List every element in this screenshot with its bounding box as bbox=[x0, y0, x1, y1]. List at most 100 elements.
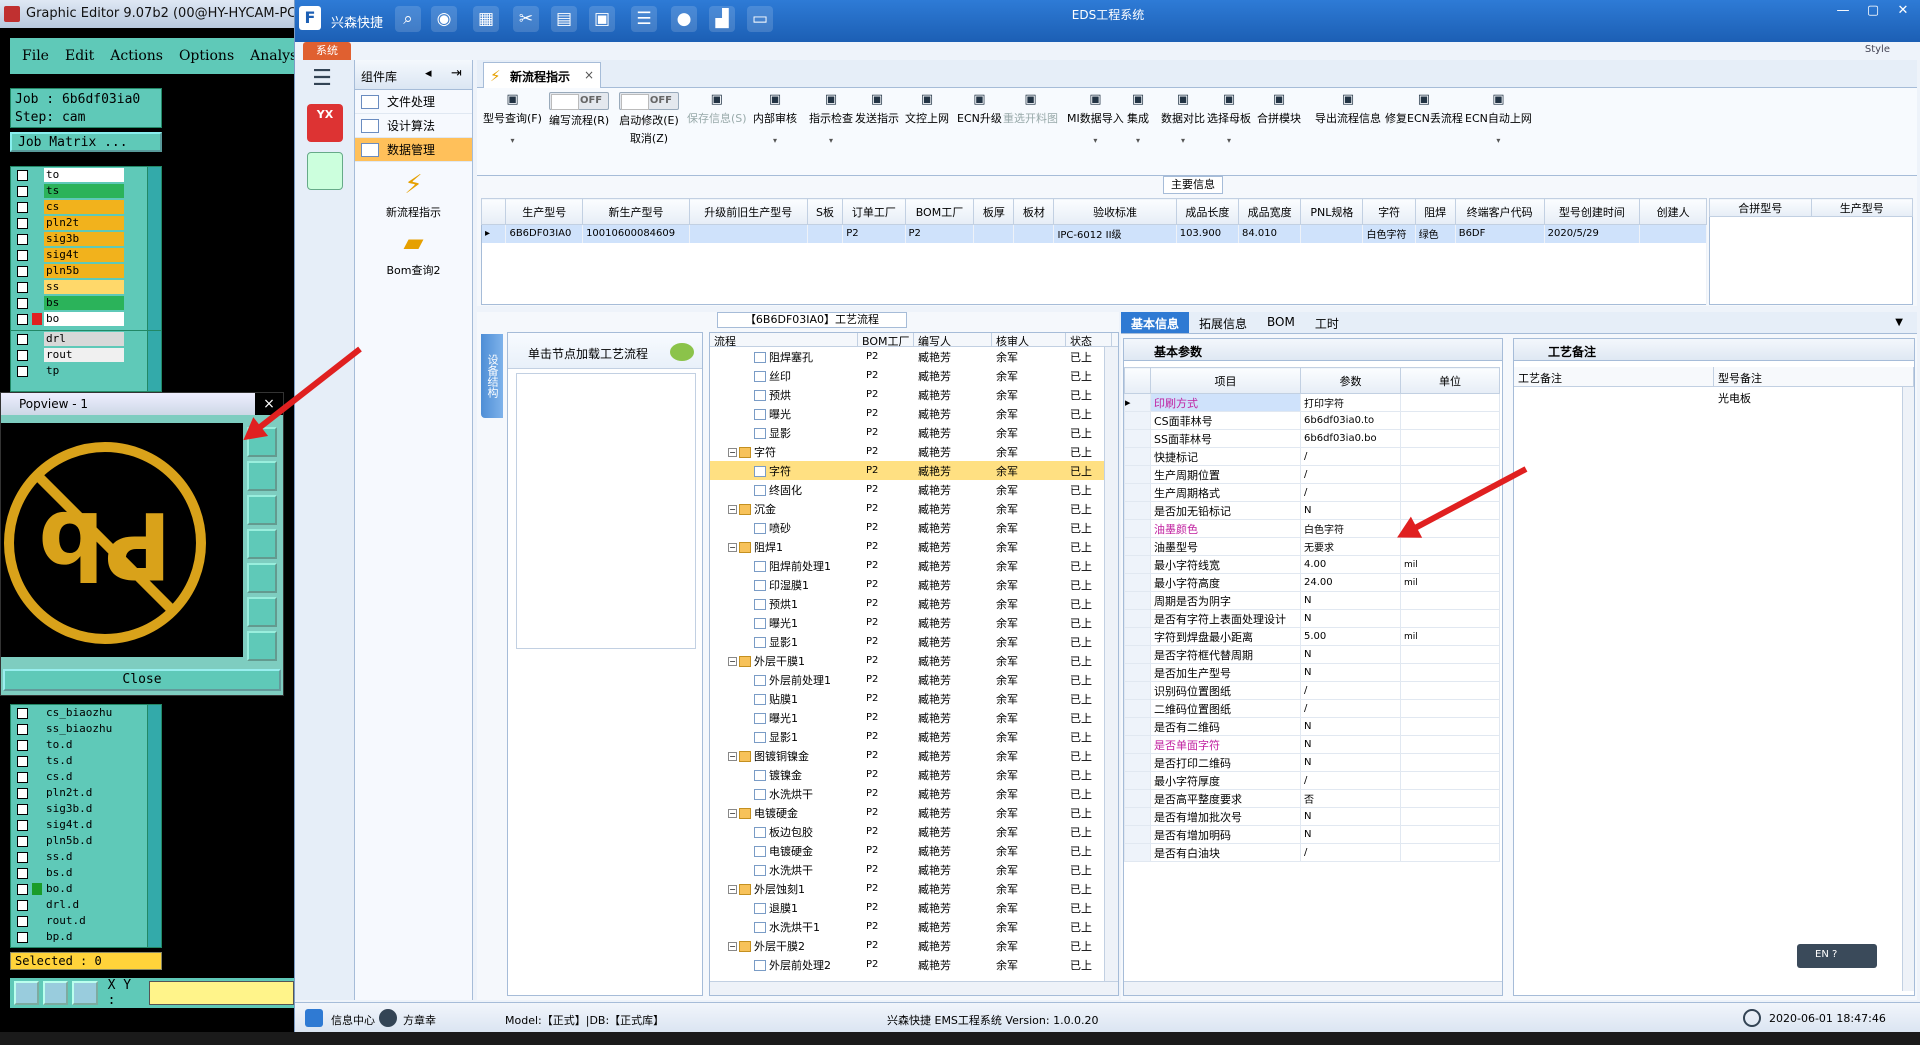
col-model-note[interactable]: 型号备注 bbox=[1714, 367, 1914, 386]
flow-tree-row[interactable]: 显影1 P2 臧艳芳 余军 已上 bbox=[710, 632, 1118, 651]
flow-node[interactable]: 预烘1 bbox=[710, 596, 858, 612]
view-zoom-out-icon[interactable] bbox=[247, 631, 277, 661]
grid-tool-icon[interactable] bbox=[72, 981, 98, 1005]
param-value[interactable]: 否 bbox=[1300, 789, 1401, 808]
param-value[interactable]: / bbox=[1300, 483, 1401, 502]
popview-close-button[interactable]: Close bbox=[3, 669, 281, 691]
param-row[interactable]: 识别码位置图纸 / bbox=[1124, 681, 1500, 700]
ribbon-button-12[interactable]: ▣ 数据对比 ▾ bbox=[1161, 92, 1205, 145]
flow-node[interactable]: 外层前处理2 bbox=[710, 957, 858, 973]
col-checker[interactable]: 核审人 bbox=[992, 333, 1066, 348]
main-col-header[interactable]: 字符 bbox=[1362, 198, 1416, 225]
layer-checkbox[interactable] bbox=[17, 771, 28, 783]
measure-tool-icon[interactable] bbox=[43, 981, 69, 1005]
main-cell[interactable] bbox=[973, 224, 1015, 243]
chat-bubble-icon[interactable] bbox=[670, 343, 694, 361]
ribbon-button-3[interactable]: ▣ 保存信息(S) bbox=[687, 92, 747, 126]
layer-row[interactable]: pln5b.d bbox=[11, 833, 161, 849]
menu-file[interactable]: File bbox=[22, 48, 49, 64]
flow-tree-row[interactable]: − 外层蚀刻1 P2 臧艳芳 余军 已上 bbox=[710, 879, 1118, 898]
main-col-header[interactable]: 阻焊 bbox=[1414, 198, 1456, 225]
param-value[interactable]: / bbox=[1300, 843, 1401, 862]
main-cell[interactable] bbox=[1013, 224, 1055, 243]
main-col-header[interactable]: 成品长度 bbox=[1175, 198, 1239, 225]
flow-tree-row[interactable]: 电镀硬金 P2 臧艳芳 余军 已上 bbox=[710, 841, 1118, 860]
library-item-new-flow[interactable]: ⚡ 新流程指示 bbox=[355, 170, 472, 220]
flow-node[interactable]: 水洗烘干 bbox=[710, 862, 858, 878]
layer-row[interactable]: drl.d bbox=[11, 897, 161, 913]
param-row[interactable]: 二维码位置图纸 / bbox=[1124, 699, 1500, 718]
hamburger-menu-icon[interactable]: ☰ bbox=[309, 68, 335, 90]
layer-row[interactable]: bs.d bbox=[11, 865, 161, 881]
ribbon-button-17[interactable]: ▣ ECN自动上网 ▾ bbox=[1465, 92, 1532, 145]
flow-tree-row[interactable]: 阻焊塞孔 P2 臧艳芳 余军 已上 bbox=[710, 347, 1118, 366]
style-label[interactable]: Style bbox=[1865, 44, 1890, 55]
col-flow[interactable]: 流程 bbox=[710, 333, 858, 348]
param-row[interactable]: 是否单面字符 N bbox=[1124, 735, 1500, 754]
layer-checkbox[interactable] bbox=[17, 169, 28, 181]
model-note-value[interactable]: 光电板 bbox=[1714, 387, 1914, 405]
param-value[interactable]: N bbox=[1300, 591, 1401, 610]
param-value[interactable]: N bbox=[1300, 645, 1401, 664]
layer-row[interactable]: ss bbox=[11, 279, 161, 295]
col-bom-factory[interactable]: BOM工厂 bbox=[858, 333, 914, 348]
main-cell[interactable]: P2 bbox=[905, 224, 975, 243]
view-left-icon[interactable] bbox=[247, 529, 277, 559]
layer-checkbox[interactable] bbox=[17, 297, 28, 309]
param-value[interactable]: 24.00 bbox=[1300, 573, 1401, 592]
flow-node[interactable]: 显影 bbox=[710, 425, 858, 441]
param-value[interactable]: / bbox=[1300, 681, 1401, 700]
flow-tree-row[interactable]: − 图镀铜镍金 P2 臧艳芳 余军 已上 bbox=[710, 746, 1118, 765]
param-value[interactable]: 打印字符 bbox=[1300, 393, 1401, 412]
library-item-file-processing[interactable]: 文件处理 bbox=[355, 90, 472, 114]
param-row[interactable]: 最小字符厚度 / bbox=[1124, 771, 1500, 790]
layer-row[interactable]: rout bbox=[11, 347, 161, 363]
equipment-structure-tab[interactable]: 设备结构 bbox=[481, 334, 503, 418]
param-row[interactable]: 是否有增加批次号 N bbox=[1124, 807, 1500, 826]
param-value[interactable]: N bbox=[1300, 663, 1401, 682]
layer-list-scrollbar[interactable] bbox=[147, 331, 161, 391]
info-center-link[interactable]: 信息中心 bbox=[331, 1012, 375, 1028]
flow-node[interactable]: 曝光1 bbox=[710, 615, 858, 631]
craft-notes-vscrollbar[interactable] bbox=[1902, 387, 1914, 991]
layer-row[interactable]: bs bbox=[11, 295, 161, 311]
menu-actions[interactable]: Actions bbox=[110, 48, 163, 64]
ribbon-button-1[interactable]: OFF 编写流程(R) bbox=[549, 92, 609, 128]
menu-edit[interactable]: Edit bbox=[65, 48, 94, 64]
view-up-icon[interactable] bbox=[247, 461, 277, 491]
flow-node[interactable]: 板边包胶 bbox=[710, 824, 858, 840]
flow-tree-row[interactable]: − 沉金 P2 臧艳芳 余军 已上 bbox=[710, 499, 1118, 518]
main-col-header[interactable]: PNL规格 bbox=[1300, 198, 1364, 225]
layer-row[interactable]: cs_biaozhu bbox=[11, 705, 161, 721]
library-item-data-management[interactable]: 数据管理 bbox=[355, 138, 472, 162]
layer-checkbox[interactable] bbox=[17, 915, 28, 927]
basic-params-hscrollbar[interactable] bbox=[1124, 981, 1502, 995]
layer-row[interactable]: ts.d bbox=[11, 753, 161, 769]
chart-icon[interactable]: ▟ bbox=[709, 6, 735, 32]
layer-row[interactable]: ts bbox=[11, 183, 161, 199]
library-item-design-algorithm[interactable]: 设计算法 bbox=[355, 114, 472, 138]
layer-checkbox[interactable] bbox=[17, 803, 28, 815]
tab-extended-info[interactable]: 拓展信息 bbox=[1189, 312, 1257, 333]
main-col-header[interactable]: 订单工厂 bbox=[842, 198, 906, 225]
flow-tree-row[interactable]: 终固化 P2 臧艳芳 余军 已上 bbox=[710, 480, 1118, 499]
layer-checkbox[interactable] bbox=[17, 365, 28, 377]
flow-node[interactable]: 丝印 bbox=[710, 368, 858, 384]
param-row[interactable]: 生产周期位置 / bbox=[1124, 465, 1500, 484]
param-value[interactable]: N bbox=[1300, 753, 1401, 772]
toggle-switch[interactable]: OFF bbox=[619, 92, 679, 110]
layer-row[interactable]: drl bbox=[11, 331, 161, 347]
layer-row[interactable]: sig4t bbox=[11, 247, 161, 263]
layer-checkbox[interactable] bbox=[17, 867, 28, 879]
windows-grid-icon[interactable] bbox=[305, 1009, 323, 1027]
collapse-toggle-icon[interactable]: − bbox=[728, 657, 737, 666]
layer-checkbox[interactable] bbox=[17, 755, 28, 767]
flow-node[interactable]: 显影1 bbox=[710, 729, 858, 745]
main-cell[interactable] bbox=[689, 224, 808, 243]
param-row[interactable]: 油墨型号 无要求 bbox=[1124, 537, 1500, 556]
layer-row[interactable]: pln2t.d bbox=[11, 785, 161, 801]
chevron-down-icon[interactable]: ▾ bbox=[1067, 136, 1124, 145]
layer-checkbox[interactable] bbox=[17, 281, 28, 293]
param-value[interactable]: / bbox=[1300, 465, 1401, 484]
param-row[interactable]: ▸ 印刷方式 打印字符 bbox=[1124, 393, 1500, 412]
